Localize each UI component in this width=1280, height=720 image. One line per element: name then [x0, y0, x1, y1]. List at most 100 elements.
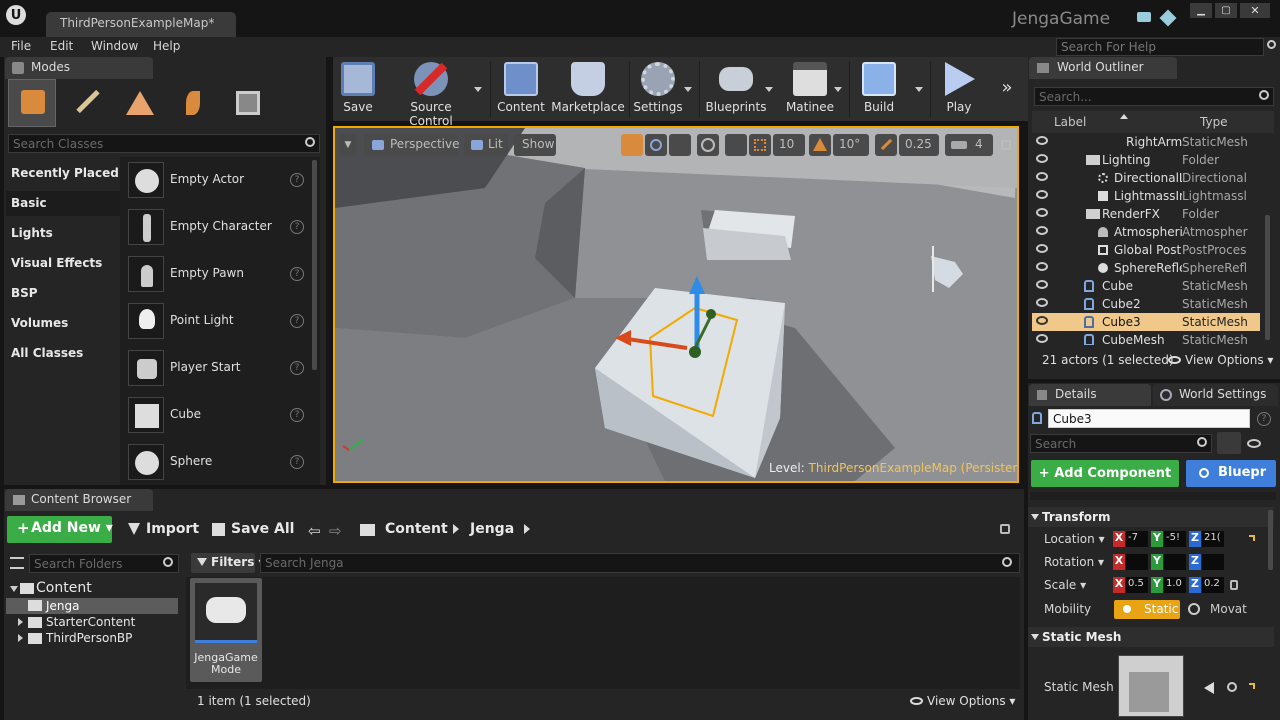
grid-snap-button[interactable] [749, 134, 771, 156]
col-type[interactable]: Type [1200, 115, 1228, 129]
mode-landscape-button[interactable] [116, 79, 164, 127]
add-component-button[interactable]: + Add Component [1031, 460, 1179, 487]
rotation-snap-value[interactable]: 10° [833, 134, 869, 156]
tree-jenga[interactable]: Jenga [46, 599, 80, 613]
transform-header[interactable]: Transform [1028, 507, 1274, 527]
search-help-input[interactable]: Search For Help [1056, 38, 1264, 56]
static-mesh-header[interactable]: Static Mesh [1028, 627, 1274, 647]
details-tab[interactable]: Details [1029, 384, 1151, 406]
tree-third-person-bp[interactable]: ThirdPersonBP [46, 631, 132, 645]
scale-z-input[interactable]: 0.2 [1202, 577, 1224, 593]
world-outliner-tab[interactable]: World Outliner [1029, 57, 1177, 79]
mode-place-button[interactable] [8, 79, 56, 127]
content-view-options[interactable]: View Options ▾ [910, 694, 1015, 708]
scale-y-input[interactable]: 1.0 [1164, 577, 1186, 593]
scale-tool-button[interactable] [669, 134, 691, 156]
visibility-icon[interactable] [1036, 316, 1048, 325]
visibility-icon[interactable] [1036, 334, 1048, 343]
path-separator-icon[interactable] [524, 524, 530, 534]
show-button[interactable]: Show [514, 134, 556, 156]
content-browser-tab[interactable]: Content Browser [5, 489, 153, 511]
add-new-button[interactable]: + Add New ▾ [7, 516, 113, 543]
expand-arrow-icon[interactable] [10, 586, 18, 592]
category-bsp[interactable]: BSP [11, 286, 38, 300]
blueprint-button[interactable]: Bluepr [1186, 460, 1276, 487]
help-icon[interactable]: ? [1257, 412, 1271, 426]
lock-icon[interactable] [1230, 580, 1238, 590]
help-icon[interactable]: ? [290, 455, 304, 469]
tree-content[interactable]: Content [36, 580, 92, 596]
outliner-row[interactable]: CubeMesh StaticMesh [1032, 331, 1260, 345]
play-button[interactable]: Play [935, 57, 983, 121]
minimize-button[interactable]: ▁ [1190, 3, 1212, 18]
category-visual-effects[interactable]: Visual Effects [11, 256, 102, 270]
modes-tab[interactable]: Modes [5, 57, 153, 79]
import-button[interactable]: Import [126, 521, 199, 537]
search-assets-input[interactable]: Search Jenga [260, 553, 1020, 573]
outliner-row[interactable]: Cube2 StaticMesh [1032, 295, 1260, 313]
actor-player-start[interactable]: Player Start ? [128, 348, 308, 390]
close-button[interactable]: ✕ [1240, 3, 1270, 18]
expand-arrow-icon[interactable] [18, 634, 23, 642]
matinee-dropdown-icon[interactable] [834, 87, 842, 92]
scale-snap-value[interactable]: 0.25 [899, 134, 939, 156]
build-dropdown-icon[interactable] [915, 87, 923, 92]
outliner-row[interactable]: Cube StaticMesh [1032, 277, 1260, 295]
search-folders-input[interactable]: Search Folders [29, 554, 179, 573]
actor-list-scrollbar[interactable] [312, 160, 317, 370]
help-icon[interactable]: ? [290, 314, 304, 328]
visibility-icon[interactable] [1036, 280, 1048, 289]
matinee-button[interactable]: Matinee [781, 57, 839, 121]
build-button[interactable]: Build [855, 57, 903, 121]
actor-empty-pawn[interactable]: Empty Pawn ? [128, 254, 308, 296]
col-label[interactable]: Label [1054, 115, 1086, 129]
rotation-x-input[interactable] [1126, 554, 1148, 570]
camera-speed-button[interactable]: 4 [945, 134, 993, 156]
settings-button[interactable]: Settings [633, 57, 683, 121]
sources-panel-icon[interactable] [10, 557, 24, 569]
save-all-button[interactable]: Save All [211, 521, 294, 537]
category-all-classes[interactable]: All Classes [11, 346, 83, 360]
details-scrollbar[interactable] [1268, 510, 1273, 570]
filters-button[interactable]: Filters ▾ [191, 553, 265, 573]
visibility-icon[interactable] [1036, 226, 1048, 235]
path-jenga[interactable]: Jenga [470, 521, 514, 537]
blueprints-dropdown-icon[interactable] [765, 87, 773, 92]
outliner-row[interactable]: RenderFX Folder [1032, 205, 1260, 223]
translate-tool-button[interactable] [621, 134, 643, 156]
world-local-button[interactable] [697, 134, 719, 156]
forward-arrow-icon[interactable]: ⇨ [329, 522, 342, 540]
maximize-button[interactable]: ▢ [1215, 3, 1237, 18]
outliner-row[interactable]: Global PostProPostProces [1032, 241, 1260, 259]
outliner-row[interactable]: Lighting Folder [1032, 151, 1260, 169]
property-matrix-icon[interactable] [1217, 432, 1241, 454]
menu-file[interactable]: File [11, 39, 31, 53]
rotate-tool-button[interactable] [645, 134, 667, 156]
rotation-snap-button[interactable] [809, 134, 831, 156]
help-icon[interactable]: ? [290, 173, 304, 187]
eye-icon[interactable] [1247, 439, 1261, 448]
help-icon[interactable]: ? [290, 408, 304, 422]
details-search-input[interactable]: Search [1030, 434, 1212, 453]
category-basic[interactable]: Basic [11, 196, 47, 210]
scale-x-input[interactable]: 0.5 [1126, 577, 1148, 593]
reset-arrow-icon[interactable] [1249, 535, 1255, 541]
mode-foliage-button[interactable] [170, 79, 218, 127]
menu-window[interactable]: Window [91, 39, 138, 53]
perspective-button[interactable]: Perspective [364, 134, 460, 156]
lock-icon[interactable] [1000, 524, 1010, 534]
grid-snap-value[interactable]: 10 [773, 134, 805, 156]
surface-snap-button[interactable] [725, 134, 747, 156]
outliner-row[interactable]: SphereReflectioSphereRefl [1032, 259, 1260, 277]
category-lights[interactable]: Lights [11, 226, 53, 240]
back-arrow-icon[interactable]: ⇦ [308, 522, 321, 540]
outliner-row[interactable]: DirectionalLighDirectional [1032, 169, 1260, 187]
expand-arrow-icon[interactable] [18, 618, 23, 626]
outliner-search-input[interactable]: Search... [1034, 87, 1274, 106]
outliner-row[interactable]: LightmassImpoLightmassl [1032, 187, 1260, 205]
category-recently-placed[interactable]: Recently Placed [11, 166, 119, 180]
settings-dropdown-icon[interactable] [684, 87, 692, 92]
visibility-icon[interactable] [1036, 154, 1048, 163]
viewport-menu-icon[interactable]: ▼ [339, 134, 357, 156]
actor-empty-actor[interactable]: Empty Actor ? [128, 160, 308, 202]
